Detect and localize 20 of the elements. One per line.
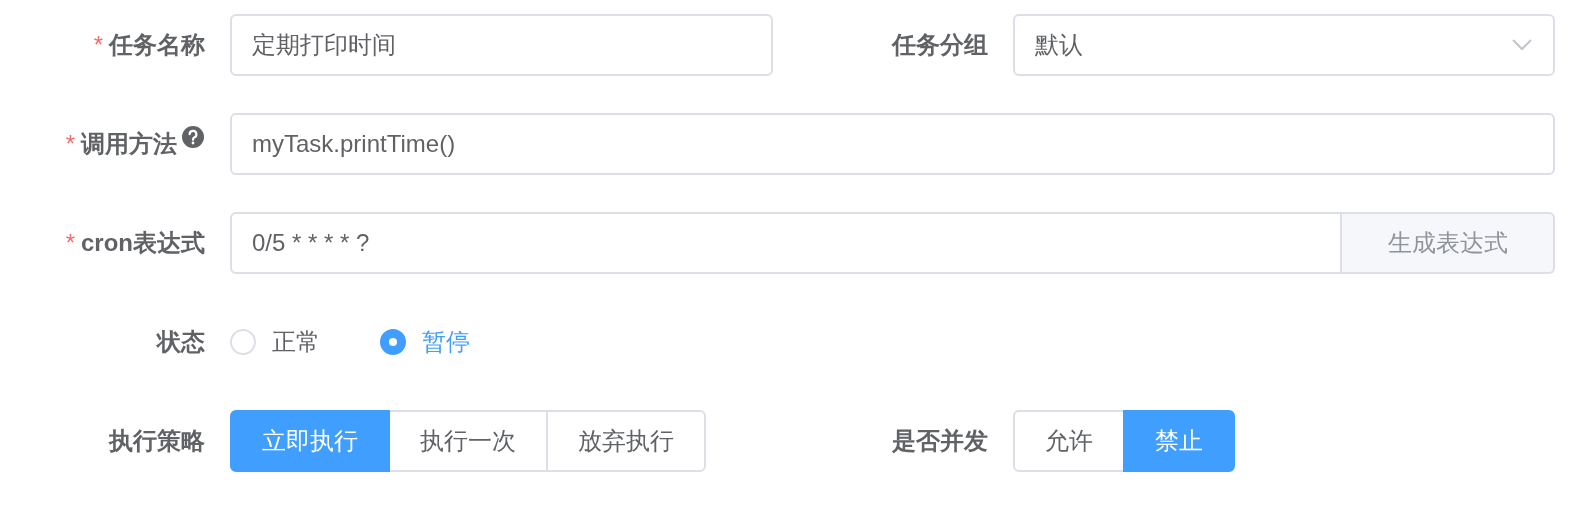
- select-field[interactable]: 默认: [1012, 14, 1555, 76]
- field-label: 状态: [157, 327, 205, 357]
- input-field[interactable]: 定期打印时间: [230, 14, 773, 76]
- field-label: cron表达式: [81, 228, 205, 258]
- chevron-down-icon: [1511, 38, 1533, 52]
- radio-label[interactable]: 正常: [272, 326, 320, 358]
- field-label: 任务分组: [891, 30, 988, 60]
- field-label: 调用方法: [81, 129, 177, 159]
- radio-button[interactable]: [380, 329, 406, 355]
- option-button[interactable]: 允许: [1012, 410, 1125, 472]
- option-button[interactable]: 放弃执行: [546, 410, 706, 472]
- field-label: 是否并发: [891, 426, 988, 456]
- field-label: 任务名称: [109, 30, 205, 60]
- input-field[interactable]: myTask.printTime(): [230, 113, 1555, 175]
- option-button[interactable]: 执行一次: [388, 410, 548, 472]
- input-field[interactable]: 0/5 * * * * ?: [230, 212, 1342, 274]
- field-label: 执行策略: [109, 426, 205, 456]
- required-mark: *: [93, 31, 103, 59]
- required-mark: *: [65, 229, 75, 257]
- required-mark: *: [65, 130, 75, 158]
